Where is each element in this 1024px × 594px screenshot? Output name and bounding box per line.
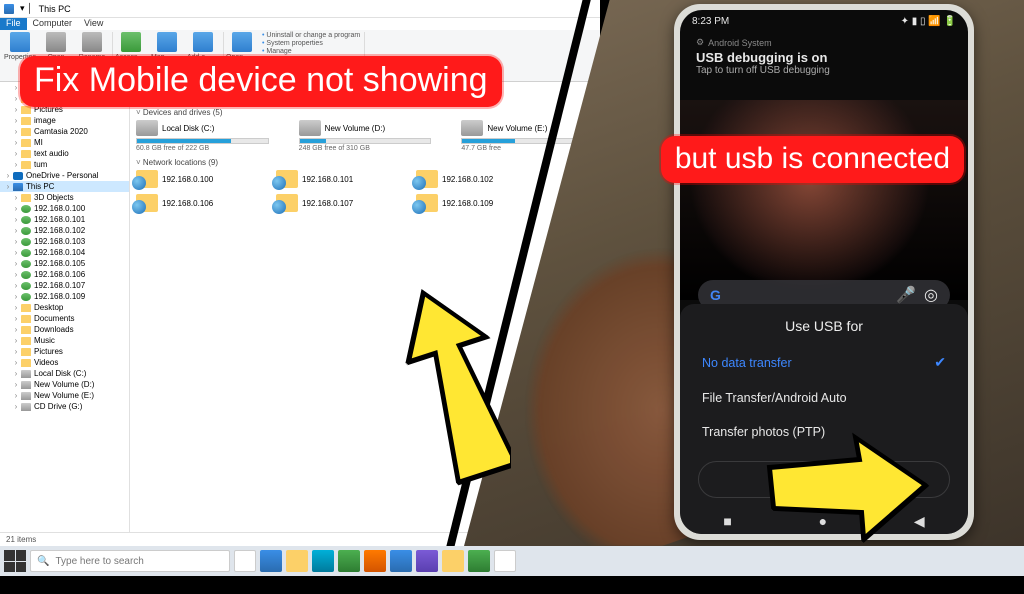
drive-icon <box>299 120 321 136</box>
network-icon <box>276 194 298 212</box>
drive-item[interactable]: New Volume (D:)248 GB free of 310 GB <box>299 120 432 152</box>
tree-item[interactable]: ›192.168.0.109 <box>0 291 129 302</box>
nav-tree[interactable]: ›Downloads›Documents ›Pictures ›image›Camt… <box>0 82 130 532</box>
drive-item[interactable]: Local Disk (C:)60.8 GB free of 222 GB <box>136 120 269 152</box>
phone-status-icons: ✦ ▮ ▯ 📶 🔋 <box>901 16 956 27</box>
window-title: This PC <box>39 4 71 14</box>
network-icon <box>416 194 438 212</box>
task-view-icon[interactable] <box>234 550 256 572</box>
tree-item[interactable]: ›New Volume (D:) <box>0 379 129 390</box>
tree-item[interactable]: ›text audio <box>0 148 129 159</box>
tree-item[interactable]: ›image <box>0 115 129 126</box>
drive-icon <box>136 120 158 136</box>
tree-item[interactable]: ›Pictures <box>0 346 129 357</box>
edge-icon[interactable] <box>260 550 282 572</box>
windows-taskbar[interactable]: 🔍 Type here to search <box>0 546 1024 576</box>
wallpaper <box>680 100 968 300</box>
app-icon[interactable] <box>494 550 516 572</box>
tree-item[interactable]: ›Camtasia 2020 <box>0 126 129 137</box>
arrow-right <box>760 430 930 550</box>
app-icon[interactable] <box>312 550 334 572</box>
network-icon <box>276 170 298 188</box>
explorer-icon[interactable] <box>286 550 308 572</box>
tree-item[interactable]: ›MI <box>0 137 129 148</box>
drive-icon <box>461 120 483 136</box>
network-header[interactable]: Network locations (9) <box>136 158 594 167</box>
app-icon[interactable] <box>416 550 438 572</box>
search-icon: 🔍 <box>37 556 49 567</box>
network-location[interactable]: 192.168.0.100 <box>136 170 246 188</box>
tree-item[interactable]: ›OneDrive - Personal <box>0 170 129 181</box>
tab-file[interactable]: File <box>0 18 27 30</box>
media-icon <box>121 32 141 52</box>
app-icon[interactable] <box>338 550 360 572</box>
taskbar-search[interactable]: 🔍 Type here to search <box>30 550 230 572</box>
ribbon-tabs[interactable]: File Computer View <box>0 18 600 30</box>
app-icon[interactable] <box>390 550 412 572</box>
settings-icon <box>232 32 252 52</box>
arrow-up-left <box>360 280 510 490</box>
phone-time: 8:23 PM <box>692 16 729 27</box>
tree-item[interactable]: ›192.168.0.100 <box>0 203 129 214</box>
network-location[interactable]: 192.168.0.101 <box>276 170 386 188</box>
rename-icon <box>82 32 102 52</box>
drives-header[interactable]: Devices and drives (5) <box>136 108 594 117</box>
network-location[interactable]: 192.168.0.107 <box>276 194 386 212</box>
tree-item[interactable]: ›192.168.0.102 <box>0 225 129 236</box>
app-icon[interactable] <box>364 550 386 572</box>
tree-item[interactable]: ›3D Objects <box>0 192 129 203</box>
tree-item[interactable]: ›Desktop <box>0 302 129 313</box>
start-button[interactable] <box>4 550 26 572</box>
tree-item[interactable]: ›Documents <box>0 313 129 324</box>
notif-subtitle: Tap to turn off USB debugging <box>696 65 952 76</box>
app-icon[interactable] <box>442 550 464 572</box>
tree-item[interactable]: ›192.168.0.101 <box>0 214 129 225</box>
open-icon <box>46 32 66 52</box>
tab-view[interactable]: View <box>78 18 109 30</box>
network-location[interactable]: 192.168.0.109 <box>416 194 526 212</box>
tree-item[interactable]: ›tum <box>0 159 129 170</box>
tree-item[interactable]: ›192.168.0.105 <box>0 258 129 269</box>
network-icon <box>416 170 438 188</box>
usb-option[interactable]: File Transfer/Android Auto <box>680 381 968 415</box>
network-location[interactable]: 192.168.0.102 <box>416 170 526 188</box>
sheet-title: Use USB for <box>680 318 968 334</box>
app-icon[interactable] <box>468 550 490 572</box>
tree-item[interactable]: ›192.168.0.106 <box>0 269 129 280</box>
tree-item[interactable]: ›Local Disk (C:) <box>0 368 129 379</box>
usb-debug-notification[interactable]: Android System USB debugging is on Tap t… <box>680 33 968 80</box>
tab-computer[interactable]: Computer <box>27 18 79 30</box>
map-drive-icon <box>157 32 177 52</box>
nav-recent-icon[interactable]: ■ <box>723 513 731 530</box>
tree-item[interactable]: ›192.168.0.107 <box>0 280 129 291</box>
tree-item[interactable]: ›Downloads <box>0 324 129 335</box>
network-icon <box>136 170 158 188</box>
callout-right: but usb is connected <box>661 136 964 183</box>
phone-statusbar: 8:23 PM ✦ ▮ ▯ 📶 🔋 <box>680 10 968 33</box>
window-titlebar[interactable]: ▾ │ This PC <box>0 0 600 18</box>
properties-icon <box>10 32 30 52</box>
check-icon: ✔ <box>934 354 946 371</box>
this-pc-icon <box>4 4 14 14</box>
network-location[interactable]: 192.168.0.106 <box>136 194 246 212</box>
tree-item[interactable]: ›192.168.0.104 <box>0 247 129 258</box>
google-logo-icon: G <box>710 287 721 303</box>
tree-item[interactable]: ›192.168.0.103 <box>0 236 129 247</box>
tree-item[interactable]: ›New Volume (E:) <box>0 390 129 401</box>
mic-icon[interactable]: 🎤 <box>896 285 916 305</box>
tree-item[interactable]: ›Videos <box>0 357 129 368</box>
usb-option[interactable]: No data transfer✔ <box>680 344 968 381</box>
search-placeholder: Type here to search <box>55 556 143 567</box>
tree-item[interactable]: ›Music <box>0 335 129 346</box>
lens-icon[interactable]: ◎ <box>924 285 938 305</box>
tree-item[interactable]: ›This PC <box>0 181 129 192</box>
network-icon <box>136 194 158 212</box>
add-network-icon <box>193 32 213 52</box>
tree-item[interactable]: ›CD Drive (G:) <box>0 401 129 412</box>
callout-left: Fix Mobile device not showing <box>20 56 502 107</box>
notif-title: USB debugging is on <box>696 50 952 65</box>
